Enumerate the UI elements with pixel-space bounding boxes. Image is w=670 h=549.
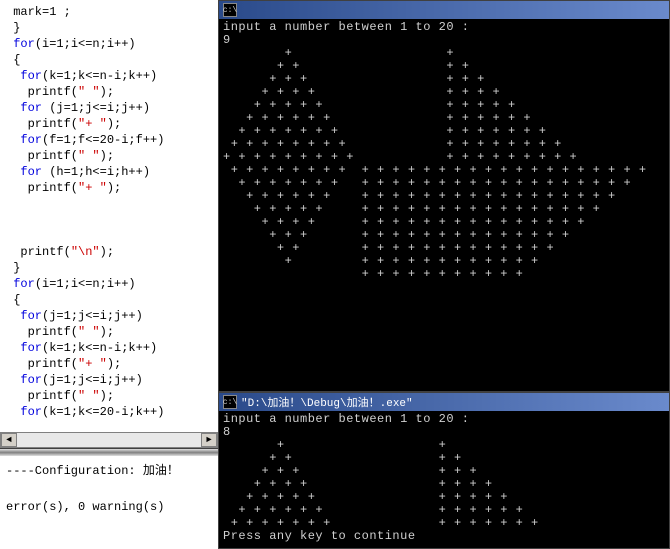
divider bbox=[0, 448, 218, 456]
scroll-track[interactable] bbox=[17, 433, 201, 447]
code-editor[interactable]: mark=1 ; } for(i=1;i<=n;i++) { for(k=1;k… bbox=[0, 0, 218, 432]
build-output: ----Configuration: 加油！ error(s), 0 warni… bbox=[0, 456, 218, 541]
scroll-right-button[interactable]: ► bbox=[201, 433, 217, 447]
console-1-body[interactable]: input a number between 1 to 20 : 9 + + +… bbox=[219, 19, 669, 283]
console-window-2: c:\ "D:\加油！\Debug\加油！.exe" input a numbe… bbox=[218, 392, 670, 549]
cmd-icon: c:\ bbox=[223, 3, 237, 17]
console-1-titlebar[interactable]: c:\ bbox=[219, 1, 669, 19]
horizontal-scrollbar[interactable]: ◄ ► bbox=[0, 432, 218, 448]
scroll-left-button[interactable]: ◄ bbox=[1, 433, 17, 447]
console-2-title: "D:\加油！\Debug\加油！.exe" bbox=[241, 394, 413, 410]
console-2-titlebar[interactable]: c:\ "D:\加油！\Debug\加油！.exe" bbox=[219, 393, 669, 411]
config-text: ----Configuration: 加油！ bbox=[6, 462, 212, 480]
console-2-body[interactable]: input a number between 1 to 20 : 8 + + +… bbox=[219, 411, 669, 545]
cmd-icon: c:\ bbox=[223, 395, 237, 409]
editor-pane: mark=1 ; } for(i=1;i<=n;i++) { for(k=1;k… bbox=[0, 0, 218, 549]
console-window-1: c:\ input a number between 1 to 20 : 9 +… bbox=[218, 0, 670, 392]
status-text: error(s), 0 warning(s) bbox=[6, 498, 212, 516]
